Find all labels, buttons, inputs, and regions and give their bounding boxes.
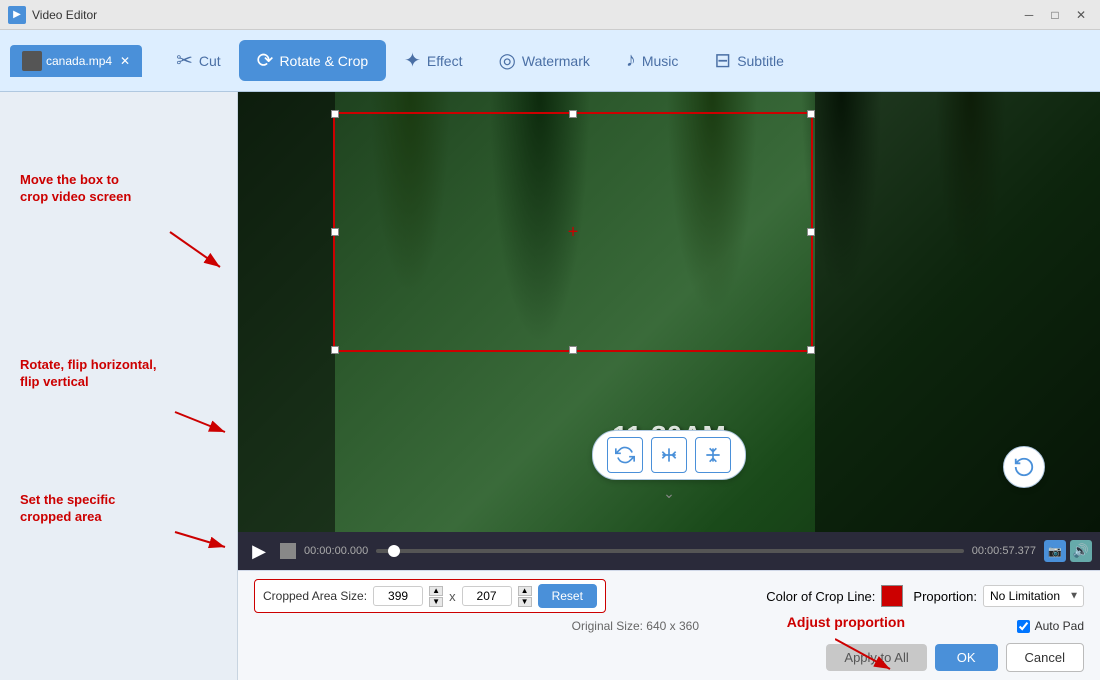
crop-size-group: Cropped Area Size: ▲ ▼ x ▲ ▼ Reset <box>254 579 606 613</box>
time-end: 00:00:57.377 <box>972 545 1036 557</box>
rotate-button[interactable] <box>607 437 643 473</box>
crop-crosshair: + <box>568 222 579 243</box>
crop-handle-br[interactable] <box>807 346 815 354</box>
annotation-rotate: Rotate, flip horizontal,flip vertical <box>20 357 157 391</box>
apply-all-button[interactable]: Apply to All <box>826 644 926 671</box>
timeline-thumb[interactable] <box>388 545 400 557</box>
crop-box[interactable]: + <box>333 112 813 352</box>
camera-icon[interactable]: 📷 <box>1044 540 1066 562</box>
crop-handle-ml[interactable] <box>331 228 339 236</box>
crop-height-input[interactable] <box>462 586 512 606</box>
tab-watermark[interactable]: ◎ Watermark <box>480 40 607 81</box>
left-panel: Move the box tocrop video screen Rotate,… <box>0 92 238 680</box>
subtitle-icon: ⊟ <box>714 48 731 73</box>
width-down-button[interactable]: ▼ <box>429 597 443 607</box>
auto-pad-label[interactable]: Auto Pad <box>1017 619 1084 633</box>
tab-cut-label: Cut <box>199 53 221 69</box>
right-controls: Color of Crop Line: Proportion: No Limit… <box>766 585 1084 607</box>
tab-rotate-label: Rotate & Crop <box>279 53 368 69</box>
flip-vertical-button[interactable] <box>695 437 731 473</box>
tab-watermark-label: Watermark <box>522 53 590 69</box>
tab-effect-label: Effect <box>427 53 463 69</box>
rotate-controls <box>592 430 746 480</box>
size-separator: x <box>449 589 456 604</box>
bottom-controls: Cropped Area Size: ▲ ▼ x ▲ ▼ Reset <box>238 570 1100 680</box>
timeline-slider[interactable] <box>376 549 964 553</box>
cancel-button[interactable]: Cancel <box>1006 643 1084 672</box>
crop-handle-mr[interactable] <box>807 228 815 236</box>
file-thumbnail <box>22 51 42 71</box>
crop-size-label: Cropped Area Size: <box>263 589 367 603</box>
flip-horizontal-button[interactable] <box>651 437 687 473</box>
proportion-label: Proportion: <box>913 589 977 604</box>
video-area: + 11:30AM NIZZA GAR ⌄ <box>238 92 1100 680</box>
crop-handle-tl[interactable] <box>331 110 339 118</box>
time-start: 00:00:00.000 <box>304 545 368 557</box>
proportion-select-wrapper: No Limitation 16:9 4:3 1:1 9:16 ▼ <box>983 585 1084 607</box>
annotation-move-box: Move the box tocrop video screen <box>20 172 131 206</box>
bottom-row3: Apply to All OK Cancel <box>254 639 1084 672</box>
tab-music-label: Music <box>642 53 679 69</box>
volume-icon[interactable]: 🔊 <box>1070 540 1092 562</box>
app-title: Video Editor <box>32 8 1018 22</box>
annotation-crop-area: Set the specificcropped area <box>20 492 115 526</box>
timeline-icons: 📷 🔊 <box>1044 540 1092 562</box>
color-line-label: Color of Crop Line: <box>766 589 875 604</box>
play-button[interactable]: ▶ <box>246 538 272 564</box>
crop-handle-tm[interactable] <box>569 110 577 118</box>
timeline: ▶ 00:00:00.000 00:00:57.377 📷 🔊 <box>238 532 1100 570</box>
reset-rotate-button[interactable] <box>1003 446 1045 488</box>
crop-handle-bm[interactable] <box>569 346 577 354</box>
music-icon: ♪ <box>626 49 636 72</box>
original-size: Original Size: 640 x 360 <box>254 619 1017 633</box>
video-container: + 11:30AM NIZZA GAR ⌄ <box>238 92 1100 532</box>
main-area: Move the box tocrop video screen Rotate,… <box>0 92 1100 680</box>
minimize-button[interactable]: ─ <box>1018 4 1040 26</box>
maximize-button[interactable]: □ <box>1044 4 1066 26</box>
height-up-button[interactable]: ▲ <box>518 586 532 596</box>
crop-handle-tr[interactable] <box>807 110 815 118</box>
auto-pad-text: Auto Pad <box>1035 619 1084 633</box>
crop-handle-bl[interactable] <box>331 346 339 354</box>
height-spinner: ▲ ▼ <box>518 586 532 607</box>
app-icon: ▶ <box>8 6 26 24</box>
proportion-select[interactable]: No Limitation 16:9 4:3 1:1 9:16 <box>983 585 1084 607</box>
ok-button[interactable]: OK <box>935 644 998 671</box>
cut-icon: ✂ <box>176 48 193 73</box>
close-button[interactable]: ✕ <box>1070 4 1092 26</box>
window-controls: ─ □ ✕ <box>1018 4 1092 26</box>
title-bar: ▶ Video Editor ─ □ ✕ <box>0 0 1100 30</box>
tab-subtitle-label: Subtitle <box>737 53 784 69</box>
reset-crop-button[interactable]: Reset <box>538 584 597 608</box>
width-up-button[interactable]: ▲ <box>429 586 443 596</box>
bottom-row2: Original Size: 640 x 360 Auto Pad <box>254 619 1084 633</box>
tab-bar: canada.mp4 ✕ ✂ Cut ⟳ Rotate & Crop ✦ Eff… <box>0 30 1100 92</box>
tab-effect[interactable]: ✦ Effect <box>386 40 480 81</box>
tab-music[interactable]: ♪ Music <box>608 41 697 80</box>
tab-cut[interactable]: ✂ Cut <box>158 40 239 81</box>
color-swatch[interactable] <box>881 585 903 607</box>
watermark-icon: ◎ <box>498 48 515 73</box>
color-line-group: Color of Crop Line: <box>766 585 903 607</box>
video-background: + 11:30AM NIZZA GAR ⌄ <box>238 92 1100 532</box>
auto-pad-checkbox[interactable] <box>1017 620 1030 633</box>
width-spinner: ▲ ▼ <box>429 586 443 607</box>
tab-subtitle[interactable]: ⊟ Subtitle <box>696 40 801 81</box>
tab-rotate-crop[interactable]: ⟳ Rotate & Crop <box>239 40 386 81</box>
chevron-down-icon[interactable]: ⌄ <box>663 485 675 502</box>
file-tab-close[interactable]: ✕ <box>120 54 130 68</box>
bottom-row1: Cropped Area Size: ▲ ▼ x ▲ ▼ Reset <box>254 579 1084 613</box>
rotate-icon: ⟳ <box>257 48 274 73</box>
stop-button[interactable] <box>280 543 296 559</box>
file-tab-name: canada.mp4 <box>46 54 112 68</box>
height-down-button[interactable]: ▼ <box>518 597 532 607</box>
crop-width-input[interactable] <box>373 586 423 606</box>
proportion-group: Proportion: No Limitation 16:9 4:3 1:1 9… <box>913 585 1084 607</box>
effect-icon: ✦ <box>404 48 421 73</box>
